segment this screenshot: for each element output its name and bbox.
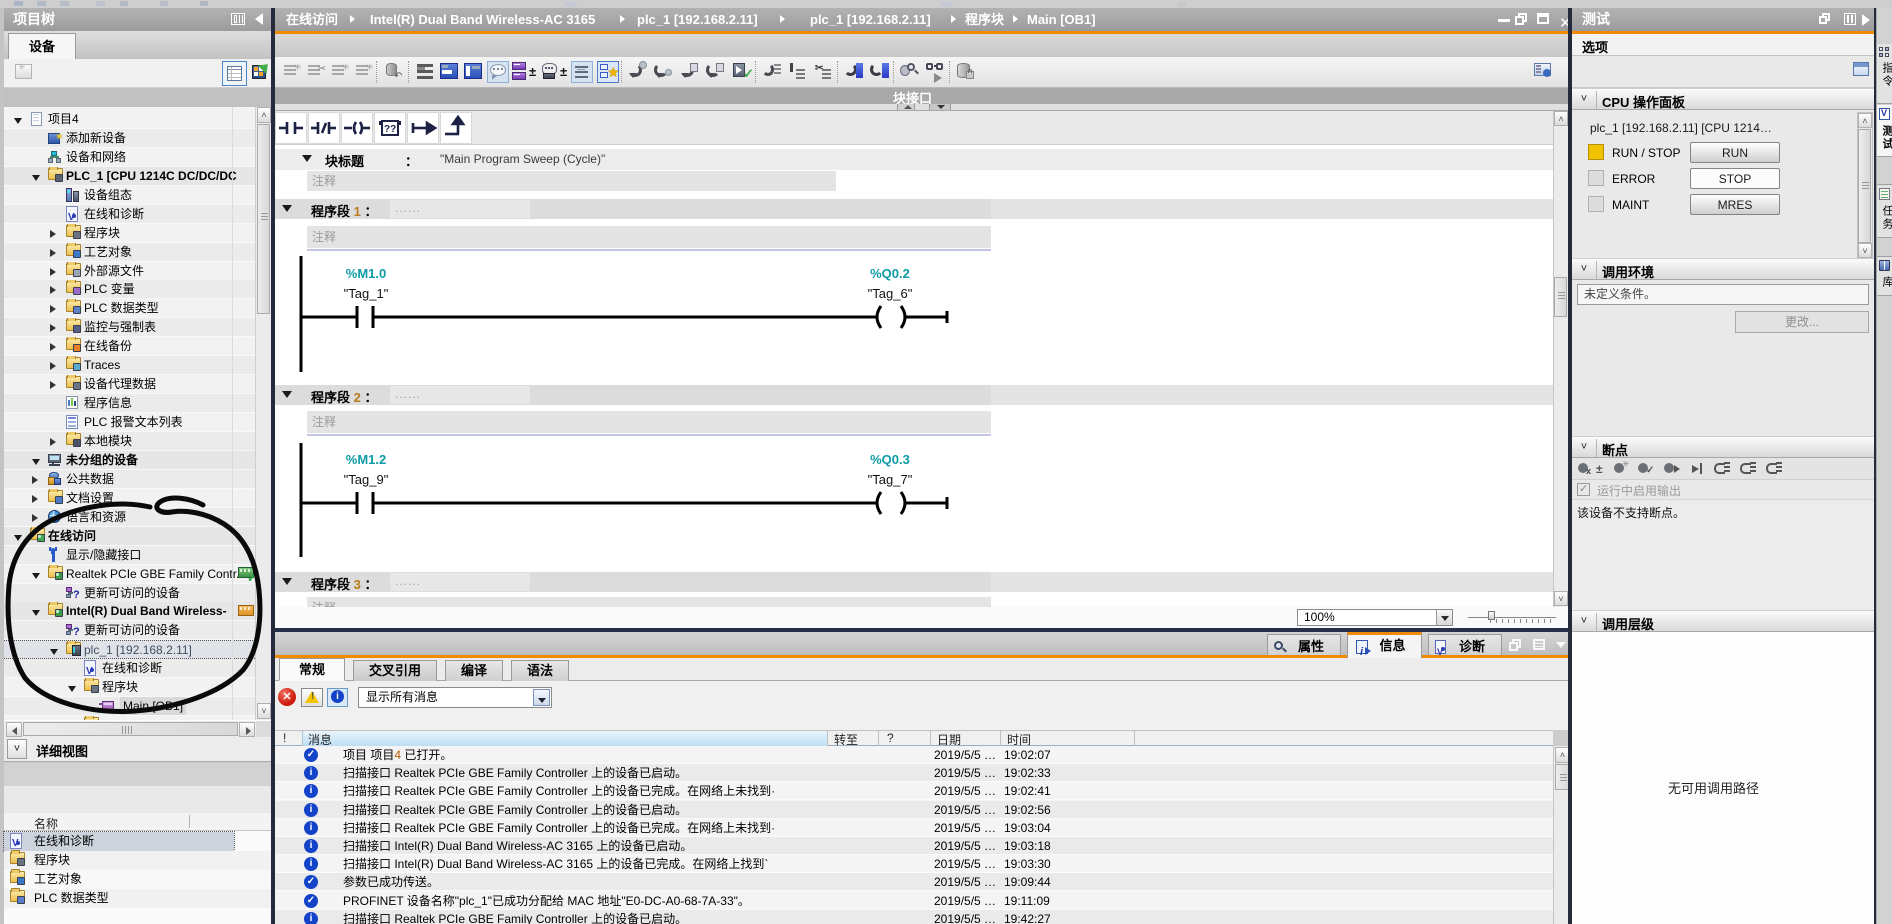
- svg-text:??: ??: [384, 124, 396, 135]
